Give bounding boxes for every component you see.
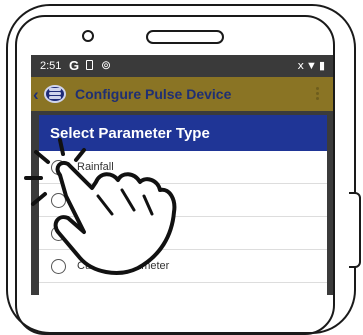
speaker-grille xyxy=(146,30,224,44)
wifi-icon: ▼ xyxy=(306,60,319,72)
option-2[interactable] xyxy=(39,184,327,217)
sim-card-icon xyxy=(86,60,93,70)
option-rainfall[interactable]: Rainfall xyxy=(39,151,327,184)
status-bar: 2:51 G ⊚ ⅹ▼▮ xyxy=(31,55,333,77)
phone-screen: 2:51 G ⊚ ⅹ▼▮ ‹ Configure Pulse Device Se… xyxy=(31,55,333,295)
app-title: Configure Pulse Device xyxy=(75,86,232,102)
radio-button[interactable] xyxy=(51,259,66,274)
mute-icon: ⅹ xyxy=(297,60,307,72)
status-time: 2:51 xyxy=(40,60,62,72)
chevron-left-icon[interactable]: ‹ xyxy=(33,85,39,105)
status-right-icons: ⅹ▼▮ xyxy=(298,59,327,72)
option-label: Custom Parameter xyxy=(77,260,170,272)
option-3[interactable] xyxy=(39,217,327,250)
radio-button[interactable] xyxy=(51,160,66,175)
google-icon: G xyxy=(69,58,80,73)
parameter-type-dialog: Select Parameter Type Rainfall Custom Pa… xyxy=(39,115,327,295)
app-logo-icon xyxy=(44,85,66,103)
option-custom-parameter[interactable]: Custom Parameter xyxy=(39,250,327,283)
dialog-header: Select Parameter Type xyxy=(39,115,327,151)
camera-icon xyxy=(82,30,94,42)
radio-button[interactable] xyxy=(51,226,66,241)
sync-icon: ⊚ xyxy=(101,58,112,72)
side-button xyxy=(349,192,361,268)
battery-icon: ▮ xyxy=(318,60,327,72)
dialog-title: Select Parameter Type xyxy=(50,125,210,142)
option-label: Rainfall xyxy=(77,161,114,173)
radio-button[interactable] xyxy=(51,193,66,208)
overflow-menu-icon[interactable] xyxy=(316,87,319,101)
app-bar: ‹ Configure Pulse Device xyxy=(31,77,333,111)
